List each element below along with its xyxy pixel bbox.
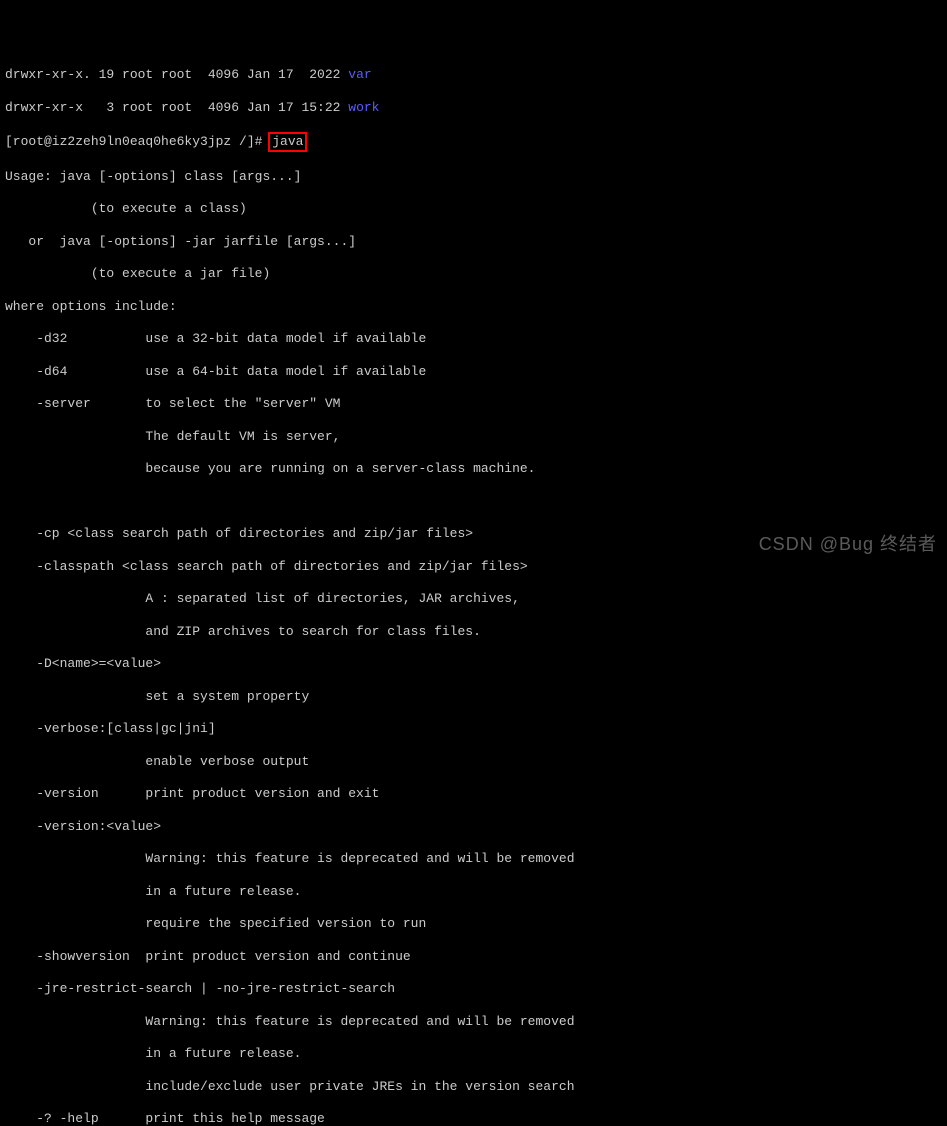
watermark: CSDN @Bug 终结者 [759,533,937,556]
output-line: require the specified version to run [5,916,942,932]
dir-var: var [348,67,371,82]
output-line: Warning: this feature is deprecated and … [5,851,942,867]
output-line: Usage: java [-options] class [args...] [5,169,942,185]
output-line: -? -help print this help message [5,1111,942,1126]
shell-prompt: [root@iz2zeh9ln0eaq0he6ky3jpz /]# [5,134,270,149]
command-text: java [272,134,303,149]
output-line: Warning: this feature is deprecated and … [5,1014,942,1030]
output-line: (to execute a jar file) [5,266,942,282]
output-line: A : separated list of directories, JAR a… [5,591,942,607]
output-line: or java [-options] -jar jarfile [args...… [5,234,942,250]
output-line: and ZIP archives to search for class fil… [5,624,942,640]
output-line: (to execute a class) [5,201,942,217]
output-line: where options include: [5,299,942,315]
output-line: -classpath <class search path of directo… [5,559,942,575]
output-line: set a system property [5,689,942,705]
output-line: -version:<value> [5,819,942,835]
output-line: include/exclude user private JREs in the… [5,1079,942,1095]
command-line[interactable]: [root@iz2zeh9ln0eaq0he6ky3jpz /]# java [5,132,942,152]
ls-perm: drwxr-xr-x. 19 root root 4096 Jan 17 202… [5,67,348,82]
output-line: -showversion print product version and c… [5,949,942,965]
output-line: The default VM is server, [5,429,942,445]
output-line: in a future release. [5,884,942,900]
output-line: enable verbose output [5,754,942,770]
output-line: in a future release. [5,1046,942,1062]
output-line: -server to select the "server" VM [5,396,942,412]
highlighted-command: java [268,132,307,152]
output-line: -jre-restrict-search | -no-jre-restrict-… [5,981,942,997]
dir-work: work [348,100,379,115]
output-line: -d64 use a 64-bit data model if availabl… [5,364,942,380]
output-line: -d32 use a 32-bit data model if availabl… [5,331,942,347]
output-line: -version print product version and exit [5,786,942,802]
output-line: -D<name>=<value> [5,656,942,672]
ls-entry-var: drwxr-xr-x. 19 root root 4096 Jan 17 202… [5,67,942,83]
output-line: because you are running on a server-clas… [5,461,942,477]
output-line: -verbose:[class|gc|jni] [5,721,942,737]
ls-perm: drwxr-xr-x 3 root root 4096 Jan 17 15:22 [5,100,348,115]
ls-entry-work: drwxr-xr-x 3 root root 4096 Jan 17 15:22… [5,100,942,116]
